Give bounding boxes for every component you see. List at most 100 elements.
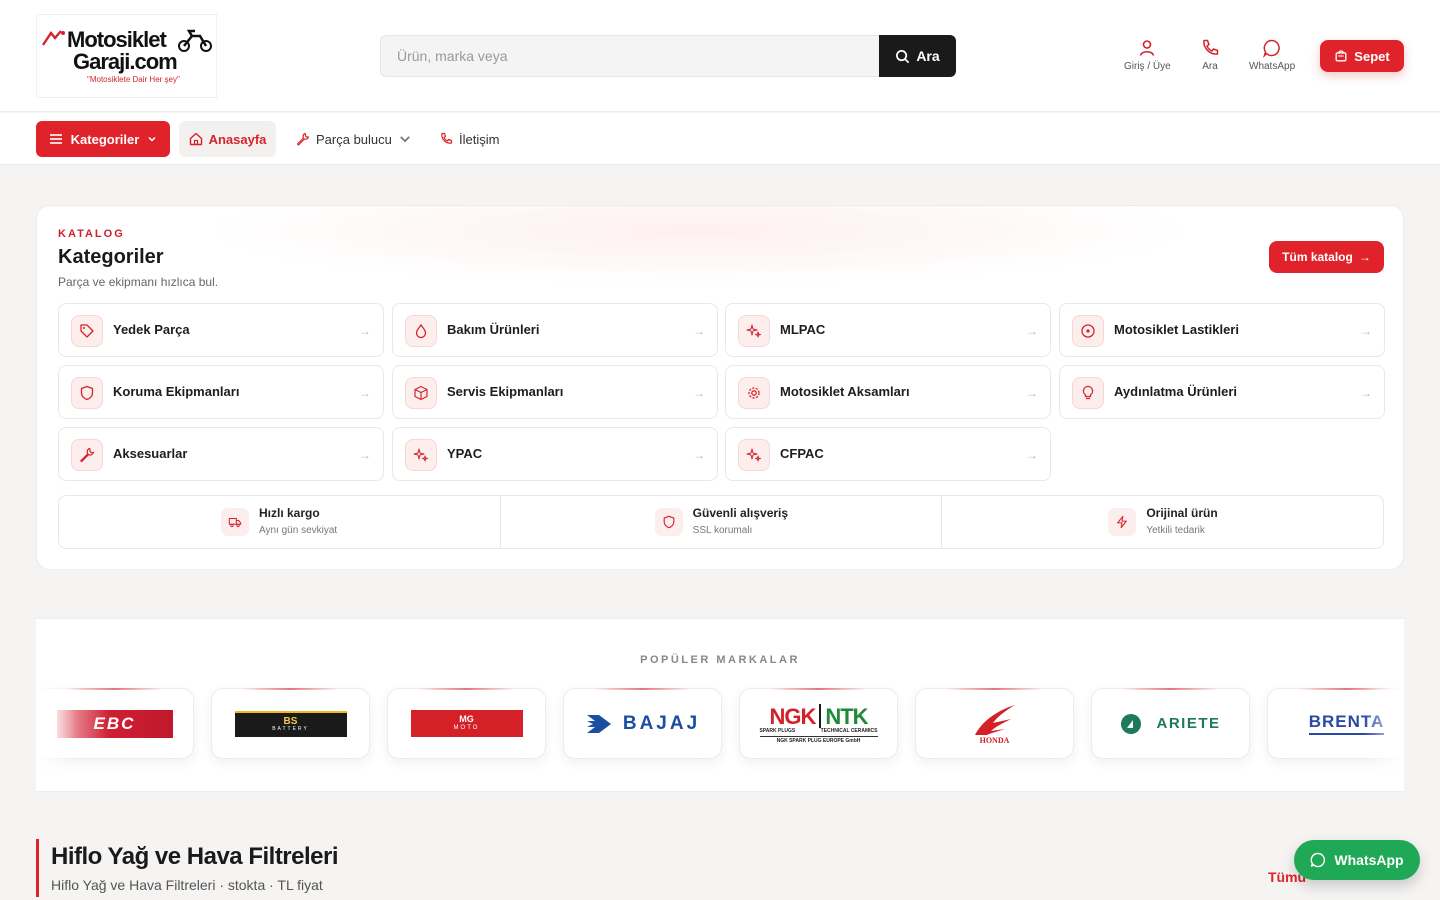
category-tile-aksesuarlar[interactable]: Aksesuarlar → [58,427,384,481]
all-catalog-button[interactable]: Tüm katalog → [1269,241,1384,273]
feature-title: Güvenli alışveriş [692,506,789,520]
category-tile-mlpac[interactable]: MLPAC → [725,303,1051,357]
logo-tagline: "Motosiklete Dair Her şey" [87,75,180,84]
brand-mg-moto[interactable]: MG MOTO [387,688,546,759]
call-label: Ara [1202,61,1218,72]
arrow-right-icon: → [693,448,705,462]
login-button[interactable]: Giriş / Üye [1124,38,1171,72]
home-icon [189,132,202,146]
wrench-icon [71,439,103,471]
main-nav: Kategoriler Anasayfa Parça bulucu İletiş… [0,113,1440,165]
categories-menu-label: Kategoriler [70,131,140,147]
brand-ngk-sub: SPARK PLUGS [759,727,796,734]
ariete-mark-icon [1121,713,1142,734]
sparkle-icon [738,315,770,347]
category-tile-motosiklet-aksamlari[interactable]: Motosiklet Aksamları → [725,365,1051,419]
category-tile-aydinlatma-urunleri[interactable]: Aydınlatma Ürünleri → [1059,365,1385,419]
whatsapp-header-button[interactable]: WhatsApp [1249,38,1295,72]
brand-honda[interactable]: HONDA [915,688,1074,759]
arrow-right-icon: → [1360,386,1372,400]
shield-icon [654,508,683,536]
brands-title: POPÜLER MARKALAR [640,654,800,666]
categories-menu-button[interactable]: Kategoriler [36,121,170,157]
category-label: Koruma Ekipmanları [113,384,240,399]
arrow-right-icon: → [359,448,371,462]
drop-icon [405,315,437,347]
section-accent-bar [36,839,39,897]
arrow-right-icon: → [1026,324,1038,338]
arrow-right-icon: → [359,324,371,338]
all-catalog-label: Tüm katalog [1282,250,1353,264]
category-tile-koruma-ekipmanlari[interactable]: Koruma Ekipmanları → [58,365,384,419]
motorcycle-icon [178,29,212,52]
brand-name: BAJAJ [622,712,701,734]
category-label: Servis Ekipmanları [447,384,564,399]
whatsapp-icon [1310,852,1326,868]
brand-logo-line2: BATTERY [272,726,309,732]
popular-brands-section: POPÜLER MARKALAR EBC BS BATTERY MG MOTO … [36,618,1404,792]
category-tile-motosiklet-lastikleri[interactable]: Motosiklet Lastikleri → [1059,303,1385,357]
category-tile-servis-ekipmanlari[interactable]: Servis Ekipmanları → [392,365,718,419]
category-tile-bakim-urunleri[interactable]: Bakım Ürünleri → [392,303,718,357]
feature-title: Orijinal ürün [1146,506,1218,520]
brand-ngk-ntk[interactable]: NGK NTK SPARK PLUGS TECHNICAL CERAMICS N… [739,688,898,759]
call-button[interactable]: Ara [1200,38,1220,72]
logo-mark-icon [42,30,65,46]
search-button-label: Ara [916,48,940,64]
site-logo[interactable]: Motosiklet Garaji.com "Motosiklete Dair … [36,14,217,98]
catalog-title: Kategoriler [58,246,164,268]
brand-logo-line1: MG [459,714,474,725]
carousel-fade-right [1364,679,1404,769]
chevron-down-icon [400,136,410,143]
sparkle-icon [738,439,770,471]
nav-contact[interactable]: İletişim [439,121,499,157]
arrow-right-icon: → [693,324,705,338]
arrow-right-icon: → [1358,250,1371,264]
chat-icon [1263,39,1280,58]
menu-icon [49,134,62,144]
catalog-subtitle: Parça ve ekipmanı hızlıca bul. [58,275,219,289]
bolt-icon [1108,508,1137,536]
category-tile-cfpac[interactable]: CFPAC → [725,427,1051,481]
tire-icon [1072,315,1104,347]
category-label: CFPAC [780,446,824,461]
truck-icon [221,508,249,536]
login-label: Giriş / Üye [1124,61,1171,72]
brand-name: ARIETE [1156,715,1221,732]
brand-name: HONDA [979,735,1010,745]
brand-bs-battery[interactable]: BS BATTERY [211,688,370,759]
chevron-down-icon [148,136,156,142]
category-tile-ypac[interactable]: YPAC → [392,427,718,481]
brand-logo-ngk-ntk: NGK NTK SPARK PLUGS TECHNICAL CERAMICS N… [759,703,878,744]
nav-home-label: Anasayfa [208,131,267,147]
arrow-right-icon: → [1360,324,1372,338]
catalog-card: KATALOG Kategoriler Parça ve ekipmanı hı… [36,205,1404,570]
search-button[interactable]: Ara [879,35,956,77]
brand-ariete[interactable]: ARIETE [1091,688,1250,759]
feature-secure-shopping: Güvenli alışveriş SSL korumalı [501,496,943,548]
feature-subtitle: Yetkili tedarik [1146,525,1205,536]
search-icon [896,49,910,63]
brand-logo-mg-moto: MG MOTO [410,710,523,737]
nav-home[interactable]: Anasayfa [179,121,276,157]
category-label: MLPAC [780,322,826,337]
shield-icon [71,377,103,409]
brand-ntk-sub: TECHNICAL CERAMICS [820,727,878,734]
category-label: Aksesuarlar [113,446,188,461]
tag-icon [71,315,103,347]
whatsapp-float-label: WhatsApp [1334,852,1404,868]
brand-bajaj[interactable]: BAJAJ [563,688,722,759]
whatsapp-float-button[interactable]: WhatsApp [1294,840,1420,880]
wrench-icon [296,132,310,146]
brand-logo-honda: HONDA [971,703,1019,745]
category-tile-yedek-parca[interactable]: Yedek Parça → [58,303,384,357]
card-glow [197,206,1197,286]
nav-parts-finder[interactable]: Parça bulucu [296,121,412,157]
brand-logo-bajaj: BAJAJ [585,713,700,735]
arrow-right-icon: → [1026,386,1038,400]
phone-icon [1203,39,1219,55]
search-input[interactable] [397,36,867,76]
bajaj-mark-icon [586,714,611,733]
cart-button[interactable]: Sepet [1320,40,1404,72]
logo-text-line2: Garaji.com [73,49,178,74]
